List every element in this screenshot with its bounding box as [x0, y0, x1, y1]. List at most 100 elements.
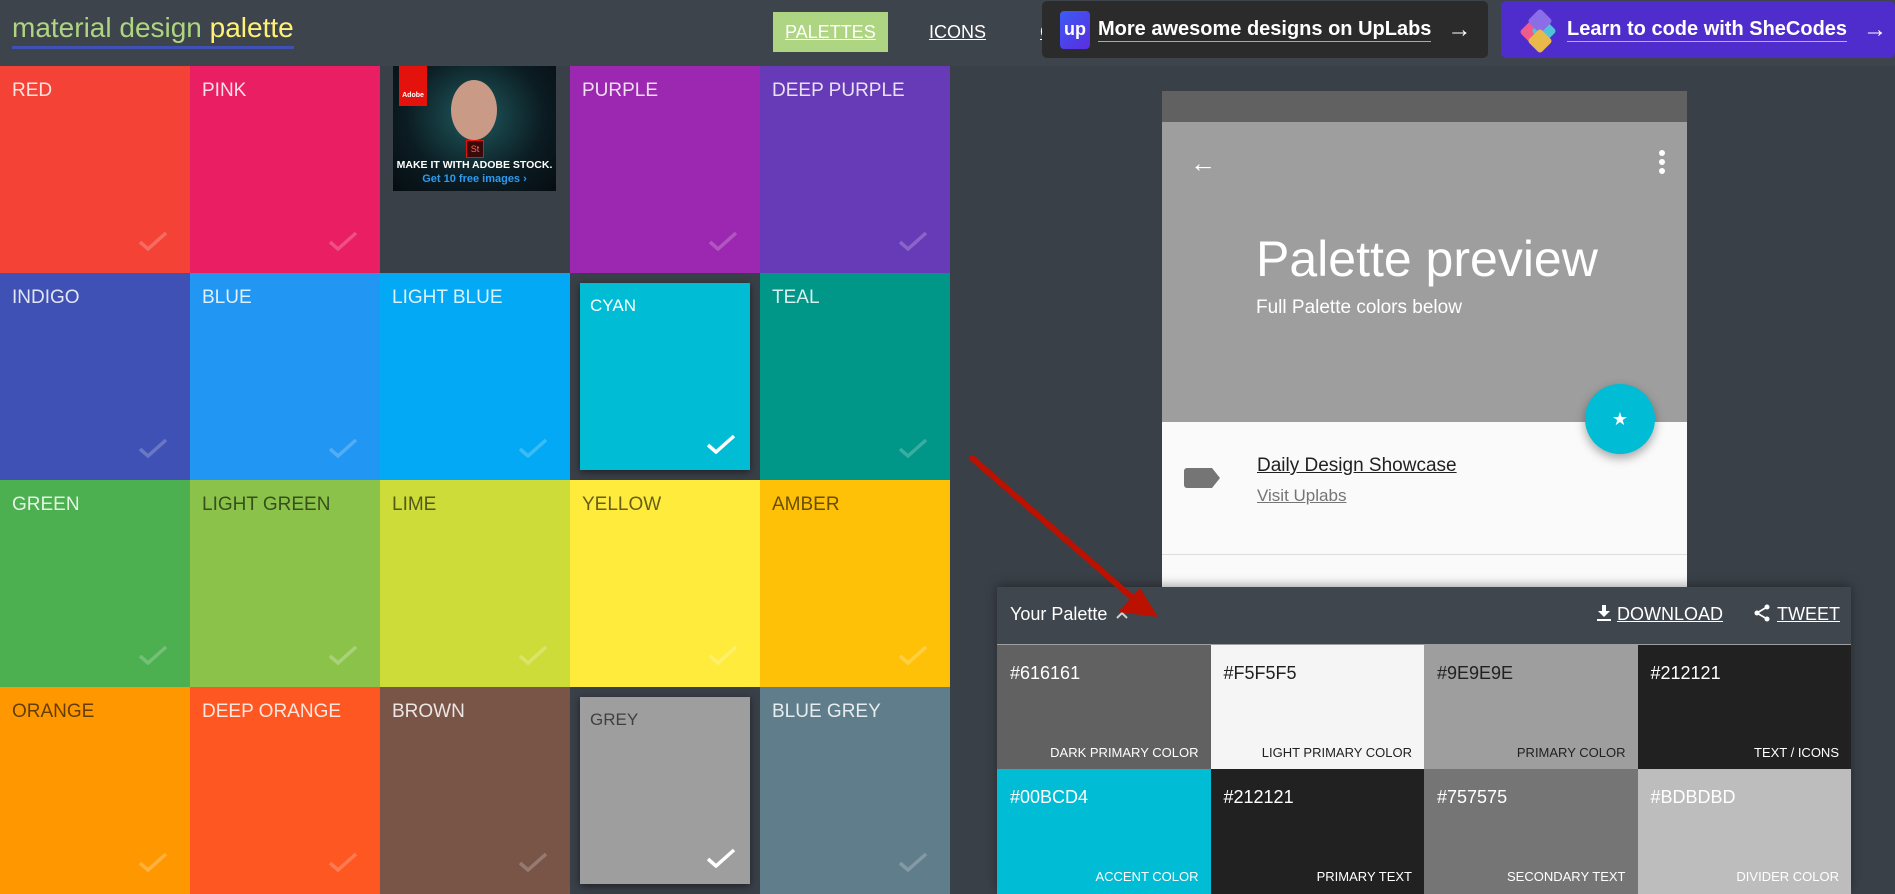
tweet-label: TWEET: [1777, 604, 1840, 624]
color-role-label: Divider Color: [1736, 869, 1839, 884]
logo-text-material-design: material design: [12, 12, 202, 43]
check-icon: [708, 231, 738, 251]
visit-uplabs-link[interactable]: Visit Uplabs: [1257, 486, 1346, 506]
star-icon: ★: [1611, 408, 1629, 429]
check-icon: [898, 231, 928, 251]
color-role-label: Dark Primary Color: [1050, 745, 1199, 760]
check-icon: [328, 852, 358, 872]
color-tile-green[interactable]: Green: [0, 480, 190, 687]
color-tile-deep-orange[interactable]: Deep Orange: [190, 687, 380, 894]
check-icon: [898, 438, 928, 458]
daily-design-showcase-link[interactable]: Daily Design Showcase: [1257, 455, 1457, 477]
ad-cta-link[interactable]: Get 10 free images ›: [393, 173, 556, 185]
your-palette-toggle[interactable]: Your Palette: [1010, 604, 1129, 625]
color-tile-orange[interactable]: Orange: [0, 687, 190, 894]
check-icon: [328, 231, 358, 251]
color-tile-amber[interactable]: Amber: [760, 480, 950, 687]
color-role-label: Primary Color: [1516, 745, 1626, 760]
color-tile-label: Brown: [392, 701, 465, 722]
palette-cell-primary-text[interactable]: #212121 Primary Text: [1210, 769, 1424, 894]
top-header: material design palette PALETTES ICONS C…: [0, 0, 1895, 66]
check-icon: [708, 645, 738, 665]
check-icon: [138, 438, 168, 458]
color-tile-purple[interactable]: Purple: [570, 66, 760, 273]
arrow-right-icon: →: [1447, 15, 1472, 43]
check-icon: [518, 645, 548, 665]
favorite-fab-button[interactable]: ★: [1585, 384, 1655, 454]
logo-text-palette: palette: [209, 12, 294, 43]
color-tile-blue[interactable]: Blue: [190, 273, 380, 480]
check-icon: [706, 434, 736, 454]
preview-subtitle: Full Palette colors below: [1256, 297, 1462, 318]
color-hex-value: #BDBDBD: [1650, 787, 1736, 807]
color-hex-value: #00BCD4: [1010, 787, 1089, 807]
shecodes-logo-icon: [1519, 7, 1559, 54]
color-role-label: Primary Text: [1316, 869, 1412, 884]
palette-cell-divider-color[interactable]: #BDBDBD Divider Color: [1637, 769, 1851, 894]
color-tile-label: Cyan: [590, 296, 636, 315]
color-tile-label: Grey: [590, 710, 639, 729]
chevron-up-icon: [1116, 611, 1129, 619]
nav-palettes[interactable]: PALETTES: [773, 12, 888, 52]
color-tile-teal[interactable]: Teal: [760, 273, 950, 480]
color-tile-label: Light Blue: [392, 287, 503, 308]
color-tile-deep-purple[interactable]: Deep Purple: [760, 66, 950, 273]
color-hex-value: #212121: [1223, 787, 1294, 807]
color-tile-label: Purple: [582, 80, 659, 101]
palette-cell-dark-primary-color[interactable]: #616161 Dark Primary Color: [997, 645, 1211, 770]
palette-cell-accent-color[interactable]: #00BCD4 Accent Color: [997, 769, 1211, 894]
palette-panel-header: Your Palette DOWNLOAD TWEET: [997, 587, 1851, 643]
download-label: DOWNLOAD: [1617, 604, 1724, 624]
more-vert-icon[interactable]: [1659, 150, 1665, 174]
shecodes-promo-button[interactable]: Learn to code with SheCodes →: [1501, 1, 1895, 58]
color-tile-yellow[interactable]: Yellow: [570, 480, 760, 687]
color-tile-pink[interactable]: Pink: [190, 66, 380, 273]
color-hex-value: #757575: [1437, 787, 1508, 807]
check-icon: [138, 852, 168, 872]
arrow-back-icon[interactable]: ←: [1190, 148, 1216, 179]
list-item: Daily Resources for Designers & Develope…: [1162, 555, 1687, 587]
label-tag-icon: [1184, 468, 1220, 488]
color-tile-lime[interactable]: Lime: [380, 480, 570, 687]
adobe-stock-ad[interactable]: Adobe St MAKE IT WITH ADOBE STOCK. Get 1…: [393, 66, 556, 191]
color-tile-brown[interactable]: Brown: [380, 687, 570, 894]
check-icon: [898, 645, 928, 665]
your-palette-title: Your Palette: [1010, 604, 1108, 624]
palette-cell-primary-color[interactable]: #9E9E9E Primary Color: [1424, 645, 1638, 770]
ad-headline: MAKE IT WITH ADOBE STOCK.: [396, 159, 553, 171]
your-palette-panel: Your Palette DOWNLOAD TWEET #616161 Dark …: [997, 587, 1851, 894]
color-hex-value: #F5F5F5: [1223, 663, 1297, 683]
download-button[interactable]: DOWNLOAD: [1597, 604, 1723, 625]
color-hex-value: #9E9E9E: [1437, 663, 1514, 683]
uplabs-promo-label: More awesome designs on UpLabs: [1098, 18, 1432, 42]
preview-app-bar: ← Palette preview Full Palette colors be…: [1162, 122, 1687, 422]
check-icon: [706, 848, 736, 868]
palette-cell-secondary-text[interactable]: #757575 Secondary Text: [1424, 769, 1638, 894]
color-hex-value: #616161: [1010, 663, 1081, 683]
color-tile-grey[interactable]: Grey: [570, 687, 760, 894]
color-tile-blue-grey[interactable]: Blue Grey: [760, 687, 950, 894]
nav-icons[interactable]: ICONS: [917, 12, 998, 52]
shecodes-promo-label: Learn to code with SheCodes: [1567, 18, 1848, 42]
palette-cell-text-icons[interactable]: #212121 Text / Icons: [1637, 645, 1851, 770]
site-logo[interactable]: material design palette: [12, 10, 294, 49]
color-tile-label: Light Green: [202, 494, 331, 515]
adobe-logo: Adobe: [399, 66, 427, 106]
check-icon: [518, 852, 548, 872]
ad-image: [451, 80, 497, 140]
color-tile-light-green[interactable]: Light Green: [190, 480, 380, 687]
color-tile-label: Red: [12, 80, 53, 101]
check-icon: [328, 645, 358, 665]
uplabs-promo-button[interactable]: up More awesome designs on UpLabs →: [1042, 1, 1488, 58]
palette-cell-light-primary-color[interactable]: #F5F5F5 Light Primary Color: [1210, 645, 1424, 770]
color-role-label: Text / Icons: [1754, 745, 1839, 760]
check-icon: [138, 231, 168, 251]
color-tile-label: Orange: [12, 701, 95, 722]
check-icon: [518, 438, 548, 458]
tweet-button[interactable]: TWEET: [1753, 604, 1840, 625]
color-tile-light-blue[interactable]: Light Blue: [380, 273, 570, 480]
palette-preview-card: ← Palette preview Full Palette colors be…: [1162, 91, 1687, 587]
color-tile-indigo[interactable]: Indigo: [0, 273, 190, 480]
color-tile-cyan[interactable]: Cyan: [570, 273, 760, 480]
color-tile-red[interactable]: Red: [0, 66, 190, 273]
